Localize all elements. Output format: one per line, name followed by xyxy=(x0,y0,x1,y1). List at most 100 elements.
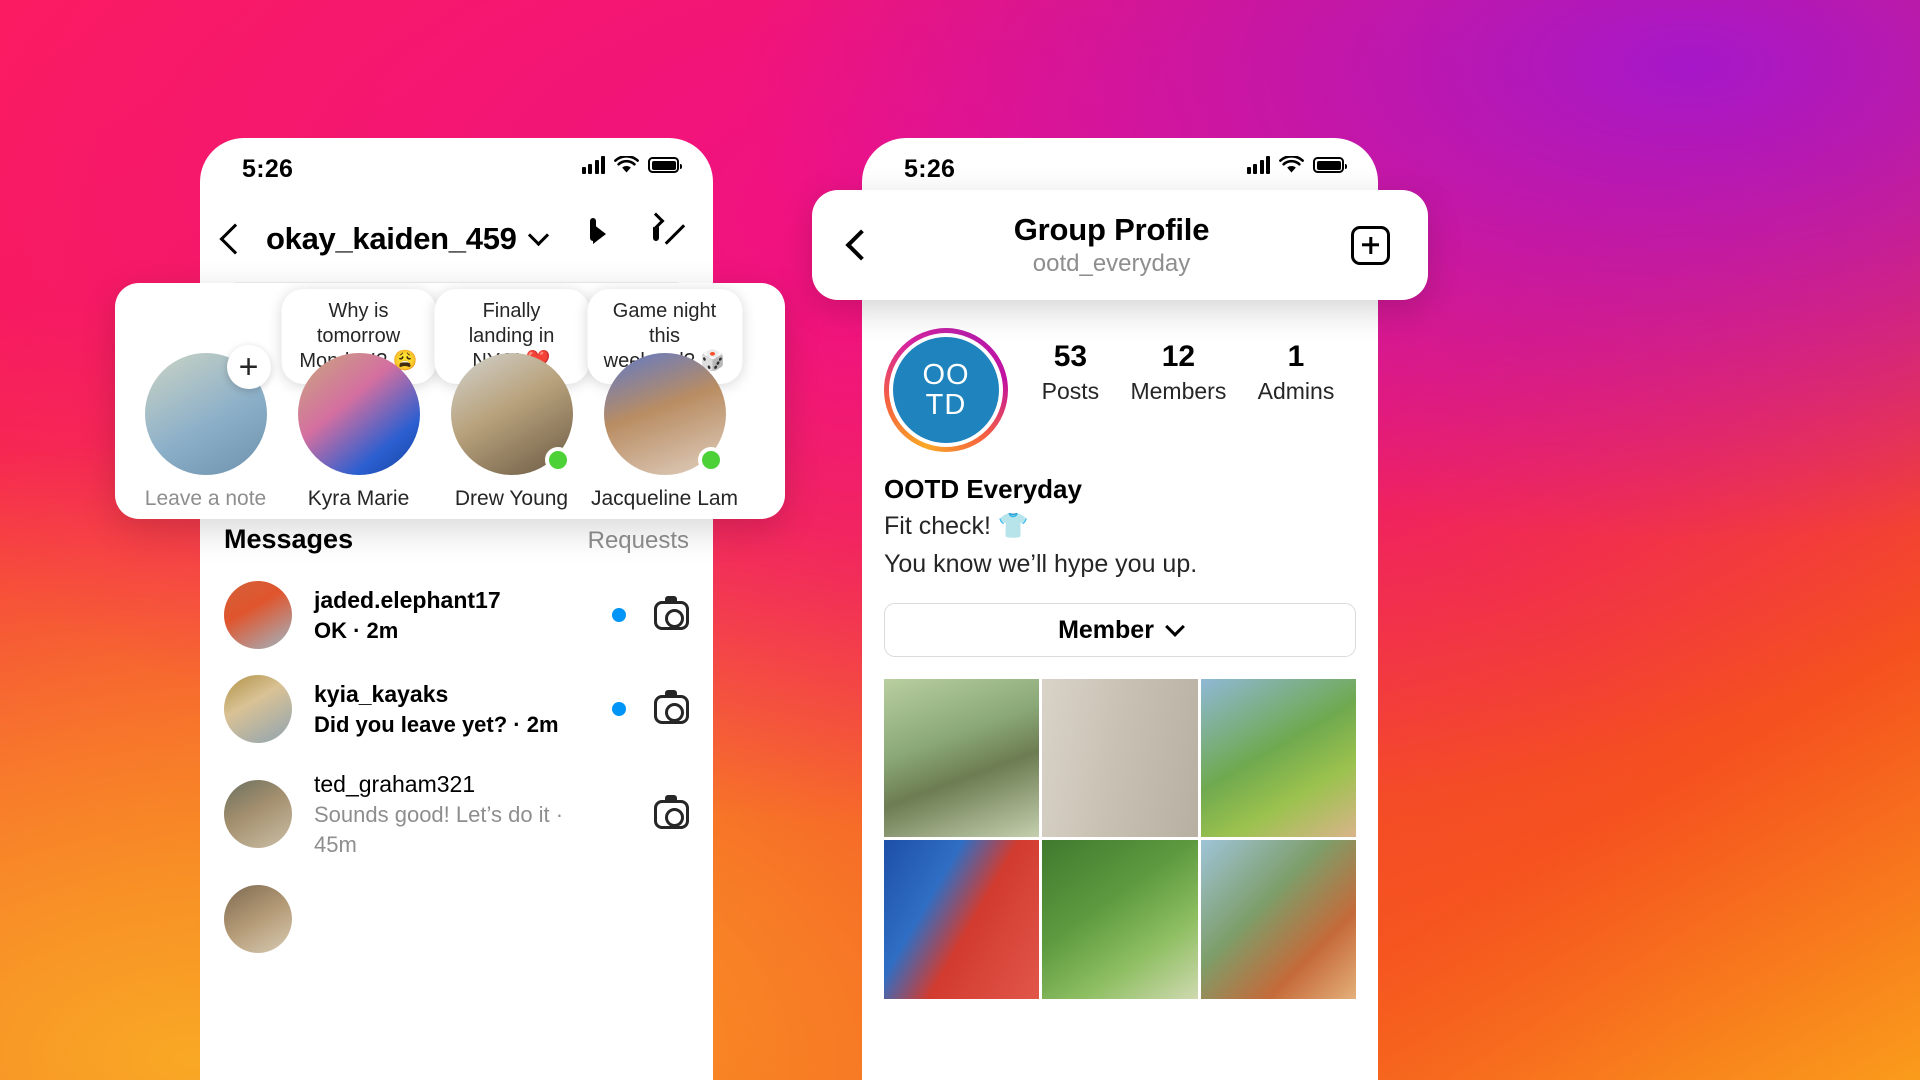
online-status-dot xyxy=(544,447,571,473)
avatar xyxy=(297,353,420,475)
grid-post-2[interactable] xyxy=(1042,679,1198,838)
message-row[interactable]: ted_graham321 Sounds good! Let’s do it ·… xyxy=(224,769,689,859)
note-avatar-wrap xyxy=(450,353,573,475)
message-row-actions xyxy=(612,689,689,724)
left-status-bar: 5:26 xyxy=(200,138,713,200)
note-name: Drew Young xyxy=(454,487,569,510)
wifi-icon xyxy=(1279,156,1304,173)
notes-carousel-card: + Leave a note Why is tomorrow Monday!? … xyxy=(115,283,785,519)
stat-value: 12 xyxy=(1161,340,1196,373)
status-time: 5:26 xyxy=(904,155,956,183)
message-preview: Sounds good! Let’s do it · 45m xyxy=(314,802,564,857)
message-row-actions xyxy=(612,595,689,630)
stat-label: Members xyxy=(1130,378,1227,404)
avatar-initials-line1: OO xyxy=(922,358,970,391)
new-message-pencil-icon[interactable] xyxy=(653,218,689,257)
stat-label: Admins xyxy=(1257,378,1335,404)
profile-summary: OO TD 53 Posts 12 Members 1 Admins xyxy=(884,328,1356,452)
stat-value: 1 xyxy=(1287,340,1305,373)
cellular-bars-icon xyxy=(581,156,605,174)
unread-dot xyxy=(612,702,626,716)
battery-full-icon xyxy=(1313,157,1347,173)
left-phone-frame: 5:26 okay_kaiden_459 Search Messages Req… xyxy=(200,138,713,1080)
stat-label: Posts xyxy=(1041,378,1100,404)
message-text: jaded.elephant17 OK · 2m xyxy=(314,585,598,646)
dm-header: okay_kaiden_459 xyxy=(200,200,713,278)
message-row[interactable]: kyia_kayaks Did you leave yet? · 2m xyxy=(224,675,689,743)
note-name: Jacqueline Lam xyxy=(590,487,739,510)
message-text: kyia_kayaks Did you leave yet? · 2m xyxy=(314,679,598,740)
camera-icon[interactable] xyxy=(654,689,689,724)
group-profile-body: OO TD 53 Posts 12 Members 1 Admins OOTD … xyxy=(862,328,1378,999)
note-avatar-wrap: + xyxy=(144,345,271,475)
grid-post-5[interactable] xyxy=(1042,840,1198,999)
status-time: 5:26 xyxy=(242,155,294,183)
group-profile-titles: Group Profile ootd_everyday xyxy=(872,212,1351,278)
stat-value: 53 xyxy=(1053,340,1088,373)
member-button-label: Member xyxy=(1058,615,1154,644)
online-status-dot xyxy=(697,447,724,473)
message-row[interactable] xyxy=(224,885,689,954)
message-preview: Did you leave yet? · 2m xyxy=(314,711,559,737)
note-avatar-wrap xyxy=(297,353,420,475)
stat-admins[interactable]: 1 Admins xyxy=(1258,340,1335,405)
message-username: ted_graham321 xyxy=(314,771,476,797)
plus-icon[interactable]: + xyxy=(226,345,271,389)
dm-username[interactable]: okay_kaiden_459 xyxy=(266,221,517,257)
group-profile-header-card: Group Profile ootd_everyday xyxy=(812,190,1428,300)
grid-post-4[interactable] xyxy=(884,840,1040,999)
avatar-initials-line2: TD xyxy=(925,389,967,421)
avatar xyxy=(224,581,292,649)
messages-title: Messages xyxy=(224,524,354,554)
stats-row: 53 Posts 12 Members 1 Admins xyxy=(1008,328,1356,405)
status-icons xyxy=(1246,156,1347,174)
camera-icon[interactable] xyxy=(654,595,689,630)
grid-post-6[interactable] xyxy=(1200,840,1356,999)
video-camera-icon[interactable] xyxy=(590,218,626,257)
group-bio-line-2: You know we’ll hype you up. xyxy=(884,550,1198,578)
cellular-bars-icon xyxy=(1246,156,1270,174)
note-item-jacqueline-lam[interactable]: Game night this weekend? 🎲 Jacqueline La… xyxy=(587,283,742,511)
chevron-down-icon xyxy=(1165,616,1185,637)
note-item-kyra-marie[interactable]: Why is tomorrow Monday!? 😩 Kyra Marie xyxy=(281,283,436,511)
messages-section: Messages Requests jaded.elephant17 OK · … xyxy=(200,524,713,954)
add-members-plus-icon[interactable] xyxy=(1351,225,1390,265)
avatar xyxy=(224,780,292,849)
avatar: OO TD xyxy=(893,337,999,443)
avatar xyxy=(224,675,292,743)
group-display-name: OOTD Everyday xyxy=(884,474,1082,504)
message-preview: OK · 2m xyxy=(314,617,399,643)
note-name: Leave a note xyxy=(144,487,267,510)
posts-grid xyxy=(884,679,1356,999)
note-item-leave-a-note[interactable]: + Leave a note xyxy=(129,283,282,511)
page-title: Group Profile xyxy=(1013,212,1210,247)
group-bio-line-1: Fit check! 👕 xyxy=(884,512,1030,540)
unread-dot xyxy=(612,608,626,622)
battery-full-icon xyxy=(648,157,682,173)
wifi-icon xyxy=(614,156,639,173)
chevron-left-icon[interactable] xyxy=(219,223,251,255)
requests-link[interactable]: Requests xyxy=(588,527,689,555)
note-item-drew-young[interactable]: Finally landing in NYC! ❤️ Drew Young xyxy=(434,283,589,511)
note-name: Kyra Marie xyxy=(307,487,410,510)
stat-members[interactable]: 12 Members xyxy=(1130,340,1226,405)
grid-post-3[interactable] xyxy=(1200,679,1356,838)
dm-header-actions xyxy=(590,218,689,257)
group-avatar-ring[interactable]: OO TD xyxy=(884,328,1008,452)
message-row[interactable]: jaded.elephant17 OK · 2m xyxy=(224,581,689,649)
stat-posts[interactable]: 53 Posts xyxy=(1042,340,1100,405)
status-icons xyxy=(581,156,682,174)
camera-icon[interactable] xyxy=(654,794,689,829)
chevron-down-icon[interactable] xyxy=(527,224,549,246)
messages-header: Messages Requests xyxy=(224,524,689,555)
grid-post-1[interactable] xyxy=(884,679,1040,838)
page-subtitle: ootd_everyday xyxy=(1032,250,1191,277)
note-avatar-wrap xyxy=(603,353,726,475)
message-text: ted_graham321 Sounds good! Let’s do it ·… xyxy=(314,769,598,859)
message-username: jaded.elephant17 xyxy=(314,586,501,613)
group-avatar-inner: OO TD xyxy=(889,333,1003,447)
member-button[interactable]: Member xyxy=(884,603,1356,657)
message-row-actions xyxy=(612,794,689,829)
notes-strip: + Leave a note Why is tomorrow Monday!? … xyxy=(115,283,785,511)
message-username: kyia_kayaks xyxy=(314,680,449,707)
